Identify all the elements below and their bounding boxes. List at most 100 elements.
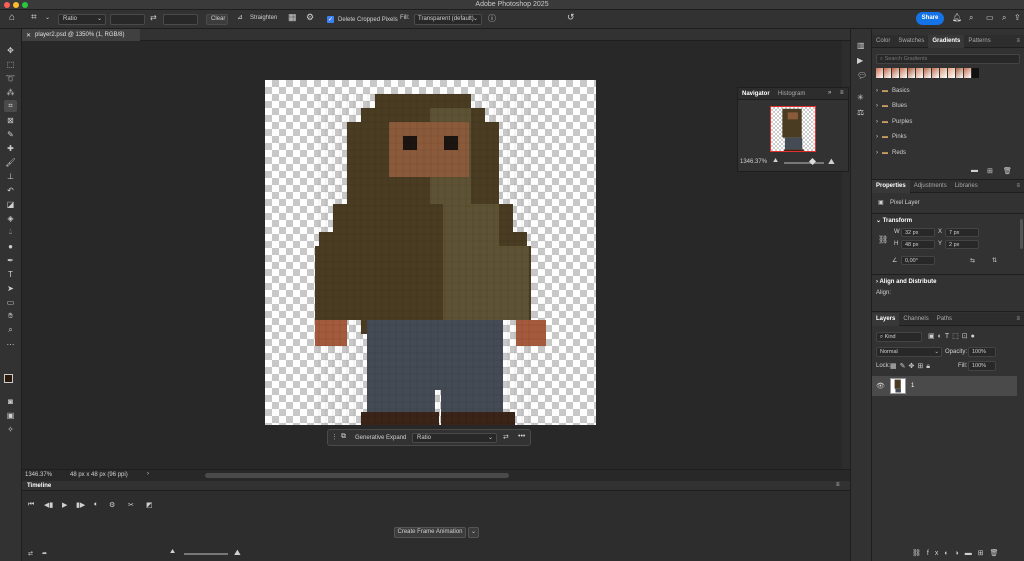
path-selection-icon[interactable]: ➤ (4, 282, 17, 294)
clear-button[interactable]: Clear (206, 14, 228, 25)
share-arrow-icon[interactable]: ⇪ (1014, 13, 1021, 22)
marquee-tool-icon[interactable]: ⬚ (4, 58, 17, 70)
first-frame-icon[interactable]: ⏮ (28, 501, 34, 509)
gradient-search-input[interactable]: ⌕ Search Gradients (876, 54, 1020, 64)
gradient-folder-basics[interactable]: › ▬ Basics (876, 84, 1016, 97)
undo-reset-icon[interactable]: ↺ (567, 12, 575, 23)
lasso-tool-icon[interactable]: ➰ (4, 72, 17, 84)
menu-icon[interactable]: ≡ (1012, 313, 1024, 326)
transition-icon[interactable]: ◩ (146, 501, 153, 509)
quick-mask-icon[interactable]: ◙ (4, 395, 17, 407)
gradient-preset-swatch[interactable] (884, 68, 891, 78)
bell-icon[interactable]: 🔔︎ (952, 13, 962, 22)
split-icon[interactable]: ✂ (128, 501, 134, 509)
layer-row[interactable]: 👁︎ 1 (872, 376, 1017, 396)
gradient-preset-swatch[interactable] (964, 68, 971, 78)
home-icon[interactable]: ⌂ (9, 12, 15, 23)
drag-handle-icon[interactable]: ⋮ (331, 433, 338, 441)
gradient-preset-swatch[interactable] (924, 68, 931, 78)
eyedropper-tool-icon[interactable]: ✎ (4, 128, 17, 140)
search-panel-icon[interactable]: ⌕ (1002, 13, 1006, 23)
document-tab[interactable]: ✕ player2.psd @ 1350% (1, RGB/8) (22, 29, 140, 41)
tab-color[interactable]: Color (872, 35, 894, 48)
crop-tool-icon[interactable]: ⌗ (4, 100, 17, 112)
gradient-preset-swatch[interactable] (948, 68, 955, 78)
magic-wand-tool-icon[interactable]: ⁂ (4, 86, 17, 98)
gradient-preset-swatch[interactable] (900, 68, 907, 78)
play-action-icon[interactable]: ▶ (857, 56, 863, 65)
layer-actions-bar[interactable]: ⛓fx◐◑▬⊞🗑︎ (912, 549, 1005, 557)
eraser-tool-icon[interactable]: ◪ (4, 198, 17, 210)
ratio-select[interactable]: Ratio ⌄ (58, 14, 106, 25)
delete-cropped-checkbox[interactable]: ✓ Delete Cropped Pixels (327, 13, 398, 26)
document-canvas[interactable] (265, 80, 596, 425)
ctx-ratio-select[interactable]: Ratio ⌄ (412, 433, 497, 443)
history-brush-icon[interactable]: ↶ (4, 184, 17, 196)
gradient-preset-swatch[interactable] (932, 68, 939, 78)
align-section-header[interactable]: › Align and Distribute (876, 279, 936, 285)
pen-tool-icon[interactable]: ✒ (4, 254, 17, 266)
settings-icon[interactable]: ⚙ (109, 501, 115, 509)
gradient-folder-reds[interactable]: › ▬ Reds (876, 146, 1016, 159)
workspace-icon[interactable]: ▭ (986, 13, 994, 22)
generative-icon[interactable]: ✧ (4, 423, 17, 435)
new-group-icon[interactable]: ▬ (971, 167, 978, 174)
tab-layers[interactable]: Layers (872, 312, 900, 326)
library-icon[interactable]: ▥ (857, 41, 865, 50)
gradient-preset-swatch[interactable] (908, 68, 915, 78)
width-input[interactable]: 32 px (901, 228, 935, 237)
timeline-zoom-slider[interactable] (184, 553, 228, 555)
gradient-folder-pinks[interactable]: › ▬ Pinks (876, 130, 1016, 143)
adjustments-icon[interactable]: ⚖ (857, 108, 864, 117)
navigator-zoom-slider[interactable] (784, 162, 824, 164)
opacity-input[interactable]: 100% (968, 347, 996, 357)
tab-channels[interactable]: Channels (899, 313, 932, 326)
tab-libraries[interactable]: Libraries (951, 180, 982, 193)
search-icon[interactable]: ⌕ (969, 13, 973, 23)
straighten-label[interactable]: Straighten (250, 15, 277, 21)
gradient-preset-swatch[interactable] (940, 68, 947, 78)
brush-settings-icon[interactable]: ✳ (857, 93, 864, 102)
zoom-in-icon[interactable]: ⛰ (234, 548, 241, 558)
swap-icon[interactable]: ⇄ (150, 13, 157, 22)
gradient-preset-swatch[interactable] (972, 68, 979, 78)
play-icon[interactable]: ▶ (62, 501, 67, 509)
gradient-preset-swatch[interactable] (916, 68, 923, 78)
type-tool-icon[interactable]: T (4, 268, 17, 280)
flip-vertical-icon[interactable]: ⇅ (992, 257, 997, 264)
horizontal-scrollbar[interactable] (205, 473, 509, 478)
next-frame-icon[interactable]: ▮▶ (76, 501, 85, 509)
transform-section-header[interactable]: ⌄ Transform (876, 217, 912, 224)
fill-input[interactable]: 100% (968, 361, 996, 371)
menu-icon[interactable]: ≡ (840, 90, 844, 96)
height-input[interactable]: 48 px (901, 240, 935, 249)
swap-icon[interactable]: ⇄ (503, 433, 509, 441)
properties-scrollbar[interactable] (1020, 219, 1023, 249)
gear-icon[interactable]: ⚙ (306, 12, 314, 23)
delete-icon[interactable]: 🗑︎ (1003, 167, 1012, 175)
collapse-icon[interactable]: » (828, 90, 831, 96)
gradient-folder-purples[interactable]: › ▬ Purples (876, 115, 1016, 128)
tab-patterns[interactable]: Patterns (964, 35, 994, 48)
more-options-icon[interactable]: ••• (518, 433, 525, 440)
frame-tool-icon[interactable]: ⊠ (4, 114, 17, 126)
chevron-down-icon[interactable]: ⌄ (468, 527, 479, 538)
navigator-zoom[interactable]: 1346.37% (740, 159, 767, 165)
menu-icon[interactable]: ≡ (1012, 180, 1024, 193)
tab-paths[interactable]: Paths (933, 313, 956, 326)
layer-kind-filter[interactable]: ⌕ Kind (876, 332, 922, 342)
paint-bucket-icon[interactable]: ◈ (4, 212, 17, 224)
gradient-folder-blues[interactable]: › ▬ Blues (876, 99, 1016, 112)
ratio-height-input[interactable] (163, 14, 198, 25)
flip-horizontal-icon[interactable]: ⇆ (970, 257, 975, 264)
tab-swatches[interactable]: Swatches (894, 35, 928, 48)
prev-frame-icon[interactable]: ◀▮ (44, 501, 53, 509)
more-tools-icon[interactable]: ⋯ (4, 338, 17, 350)
tab-gradients[interactable]: Gradients (928, 34, 965, 48)
tab-histogram[interactable]: Histogram (778, 91, 805, 97)
link-icon[interactable]: ⛓ (878, 235, 888, 244)
crop-tool-icon[interactable]: ⌗ (31, 12, 37, 23)
screen-mode-icon[interactable]: ▣ (4, 409, 17, 421)
y-input[interactable]: 2 px (945, 240, 979, 249)
new-gradient-icon[interactable]: ⊞ (987, 167, 993, 175)
